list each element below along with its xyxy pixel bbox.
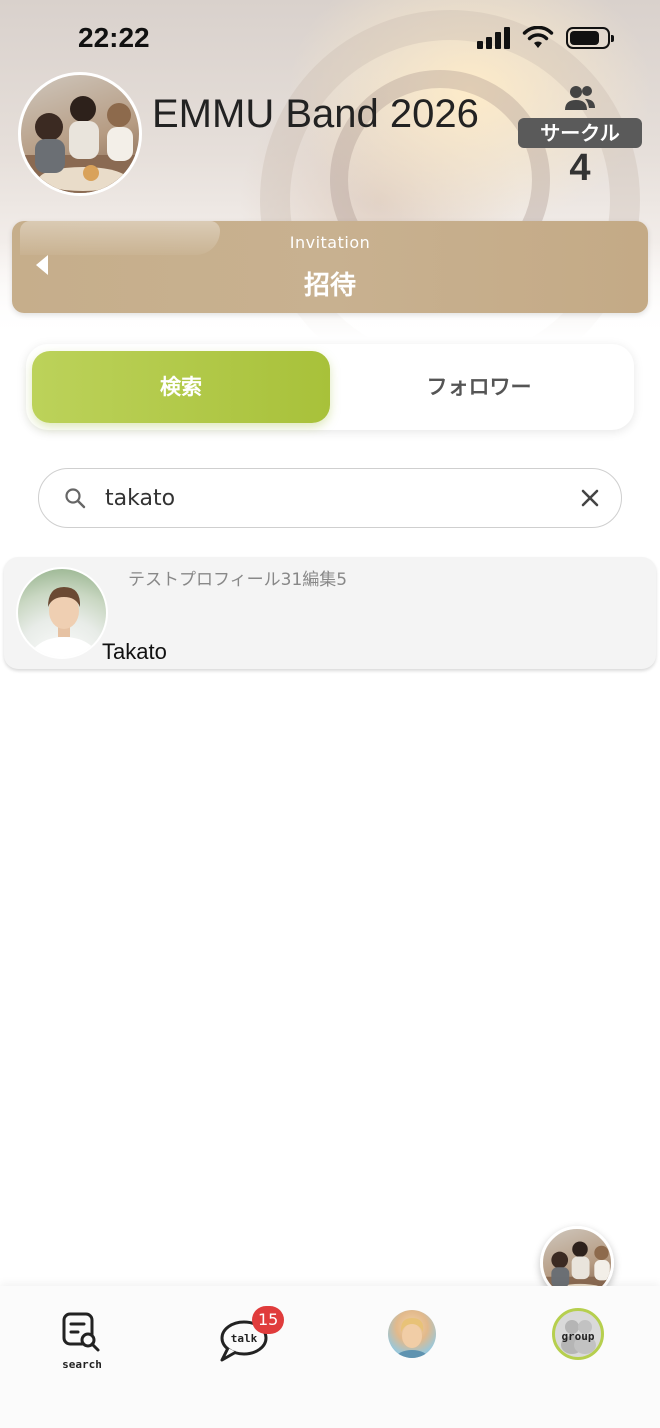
search-tab-icon [62, 1312, 100, 1352]
user-name: Takato [102, 639, 167, 664]
search-box [38, 468, 622, 528]
search-input[interactable] [105, 479, 545, 517]
tab-search-active[interactable]: 検索 [32, 351, 330, 423]
tab-group[interactable]: group [538, 1306, 618, 1376]
bottom-tab-bar: search talk 15 group [0, 1286, 660, 1428]
tab-group-label: group [561, 1330, 595, 1343]
group-name: EMMU Band 2026 [152, 92, 479, 136]
user-photo-icon [30, 587, 98, 657]
status-time: 22:22 [78, 22, 150, 53]
invite-button[interactable]: Invitation 招待 [12, 221, 648, 313]
search-icon [65, 488, 86, 509]
tab-search-label: search [62, 1358, 102, 1371]
tab-search[interactable]: search [42, 1306, 122, 1376]
invite-subtitle: Invitation [289, 233, 371, 252]
tab-talk-label: talk [230, 1332, 258, 1345]
people-icon [565, 86, 595, 110]
clear-icon[interactable] [577, 485, 603, 511]
status-icons [477, 26, 614, 50]
user-bio: テストプロフィール31編集5 [128, 570, 348, 590]
members-count: 4 [569, 147, 591, 189]
wifi-icon [522, 26, 554, 48]
profile-photo-icon [396, 1318, 428, 1358]
profile-avatar [388, 1310, 436, 1358]
tab-followers[interactable]: フォロワー [330, 351, 628, 423]
members-label: サークル [518, 118, 642, 148]
battery-icon [566, 27, 614, 49]
tab-profile[interactable] [372, 1306, 452, 1376]
cellular-signal-icon [477, 27, 510, 49]
segment-control: 検索 フォロワー [26, 344, 634, 430]
member-count-widget[interactable]: サークル 4 [518, 84, 642, 188]
group-avatar[interactable] [18, 72, 142, 196]
user-avatar[interactable] [16, 567, 108, 659]
list-item[interactable]: テストプロフィール31編集5 Takato [4, 557, 656, 669]
status-bar: 22:22 [0, 0, 660, 80]
invite-title: 招待 [303, 271, 356, 301]
tab-talk[interactable]: talk 15 [204, 1306, 285, 1376]
unread-badge: 15 [252, 1306, 285, 1334]
